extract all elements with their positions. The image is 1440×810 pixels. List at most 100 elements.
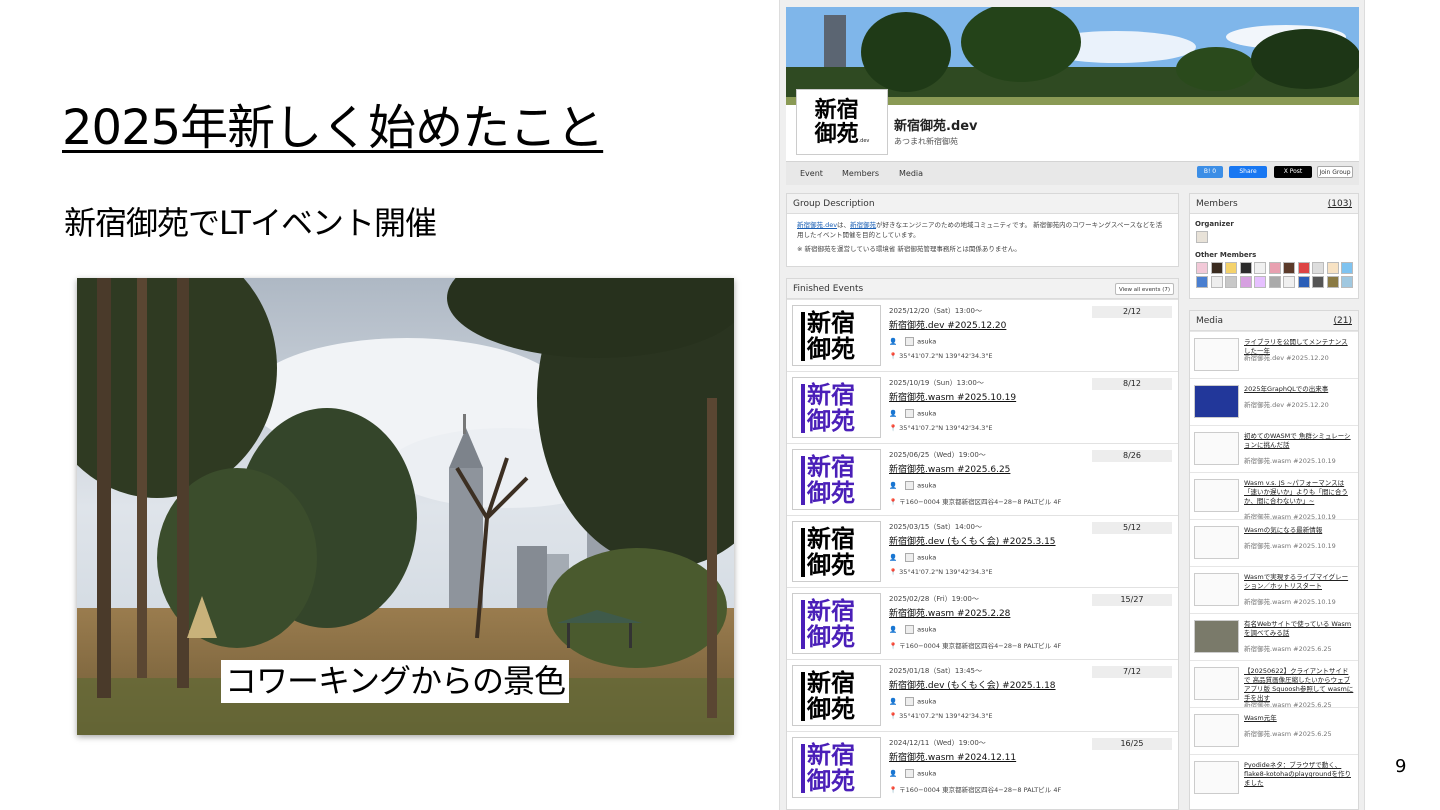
hatena-bookmark-button[interactable]: B! 0 [1197, 166, 1223, 178]
slide-thumbnail[interactable] [1194, 620, 1239, 653]
media-item[interactable]: 有名Webサイトで使っている Wasmを調べてみる話新宿御苑.wasm #202… [1190, 613, 1358, 661]
view-all-events-button[interactable]: View all events (7) [1114, 283, 1174, 295]
event-host: 👤 asuka [889, 337, 936, 346]
event-thumbnail[interactable]: 新宿 御苑 [792, 377, 881, 438]
media-item[interactable]: Wasm v.s. JS ~パフォーマンスは「速いか遅いか」よりも「間に合うか、… [1190, 472, 1358, 521]
media-title-link[interactable]: Wasm元年 [1244, 714, 1354, 723]
member-avatar[interactable] [1283, 262, 1295, 274]
event-thumbnail[interactable]: 新宿 御苑 [792, 593, 881, 654]
event-title-link[interactable]: 新宿御苑.dev #2025.12.20 [889, 318, 1006, 331]
media-title-link[interactable]: 初めてのWASMで 魚群シミュレーションに挑んだ話 [1244, 432, 1354, 450]
member-avatar[interactable] [1225, 262, 1237, 274]
member-avatar[interactable] [1341, 262, 1353, 274]
member-avatar[interactable] [1297, 276, 1310, 288]
member-avatar[interactable] [1225, 276, 1237, 288]
member-avatar[interactable] [1341, 276, 1353, 288]
slide-thumbnail[interactable] [1194, 573, 1239, 606]
event-row[interactable]: 新宿 御苑 2024/12/11（Wed）19:00〜 新宿御苑.wasm #2024… [787, 731, 1178, 803]
event-host: 👤 asuka [889, 481, 936, 490]
media-item[interactable]: Pyodideネタ：ブラウザで動く、flake8-kotohaのplaygrou… [1190, 754, 1358, 802]
media-title-link[interactable]: 2025年GraphQLでの出来事 [1244, 385, 1354, 394]
media-item[interactable]: Wasm元年 新宿御苑.wasm #2025.6.25 [1190, 707, 1358, 755]
media-source: 新宿御苑.wasm #2025.6.25 [1244, 645, 1332, 653]
slide-thumbnail[interactable] [1194, 338, 1239, 371]
event-thumbnail[interactable]: 新宿 御苑 [792, 737, 881, 798]
member-avatar[interactable] [1196, 262, 1208, 274]
member-avatar[interactable] [1312, 262, 1324, 274]
member-avatar[interactable] [1268, 262, 1281, 274]
member-avatar[interactable] [1196, 276, 1208, 288]
host-name[interactable]: asuka [917, 554, 936, 562]
attendee-count: 16/25 [1092, 738, 1172, 750]
media-item[interactable]: 2025年GraphQLでの出来事 新宿御苑.dev #2025.12.20 [1190, 378, 1358, 426]
media-item[interactable]: 初めてのWASMで 魚群シミュレーションに挑んだ話 新宿御苑.wasm #2025… [1190, 425, 1358, 473]
event-date: 2025/06/25（Wed）19:00〜 [889, 451, 986, 459]
event-title-link[interactable]: 新宿御苑.wasm #2024.12.11 [889, 750, 1016, 763]
event-row[interactable]: 新宿 御苑 2025/02/28（Fri）19:00〜 新宿御苑.wasm #2025… [787, 587, 1178, 659]
thumb-logo-2: 御苑 [807, 406, 855, 435]
park-link[interactable]: 新宿御苑 [850, 221, 876, 229]
event-row[interactable]: 新宿 御苑 2025/12/20（Sat）13:00〜 新宿御苑.dev #2025.… [787, 299, 1178, 371]
slide-thumbnail[interactable] [1194, 432, 1239, 465]
member-avatar[interactable] [1210, 262, 1223, 274]
slide-thumbnail[interactable] [1194, 714, 1239, 747]
member-avatar[interactable] [1326, 262, 1339, 274]
member-avatar[interactable] [1297, 262, 1310, 274]
media-item[interactable]: Wasmの気になる最新情報 新宿御苑.wasm #2025.10.19 [1190, 519, 1358, 567]
slide-thumbnail[interactable] [1194, 667, 1239, 700]
tab-event[interactable]: Event [800, 169, 823, 178]
event-row[interactable]: 新宿 御苑 2025/03/15（Sat）14:00〜 新宿御苑.dev (もくもく会… [787, 515, 1178, 587]
event-row[interactable]: 新宿 御苑 2025/01/18（Sat）13:45〜 新宿御苑.dev (もくもく会… [787, 659, 1178, 731]
host-avatar-icon [905, 625, 915, 634]
host-name[interactable]: asuka [917, 338, 936, 346]
event-title-link[interactable]: 新宿御苑.wasm #2025.6.25 [889, 462, 1010, 475]
event-title-link[interactable]: 新宿御苑.dev (もくもく会) #2025.3.15 [889, 534, 1056, 547]
media-title-link[interactable]: Wasmで実現するライブマイグレーション／ホットリスタート [1244, 573, 1354, 591]
members-count[interactable]: (103) [1328, 194, 1352, 214]
slide-thumbnail[interactable] [1194, 761, 1239, 794]
organizer-avatar[interactable] [1196, 231, 1208, 243]
slide-thumbnail[interactable] [1194, 526, 1239, 559]
facebook-share-button[interactable]: Share [1229, 166, 1267, 178]
host-name[interactable]: asuka [917, 770, 936, 778]
tab-members[interactable]: Members [842, 169, 879, 178]
member-avatar[interactable] [1326, 276, 1339, 288]
media-title-link[interactable]: 【20250622】クライアントサイドで 高品質画像圧縮したいからウェブアプリ版… [1244, 667, 1354, 703]
member-avatar[interactable] [1268, 276, 1281, 288]
member-avatar[interactable] [1254, 262, 1266, 274]
media-title-link[interactable]: Wasmの気になる最新情報 [1244, 526, 1354, 535]
event-thumbnail[interactable]: 新宿 御苑 [792, 305, 881, 366]
media-count[interactable]: (21) [1334, 311, 1352, 331]
slide-thumbnail[interactable] [1194, 385, 1239, 418]
event-row[interactable]: 新宿 御苑 2025/06/25（Wed）19:00〜新宿御苑.wasm #2025… [787, 443, 1178, 515]
media-item[interactable]: 【20250622】クライアントサイドで 高品質画像圧縮したいからウェブアプリ版… [1190, 660, 1358, 709]
event-row[interactable]: 新宿 御苑 2025/10/19（Sun）13:00〜 新宿御苑.wasm #2025… [787, 371, 1178, 443]
member-avatar[interactable] [1210, 276, 1223, 288]
event-thumbnail[interactable]: 新宿 御苑 [792, 665, 881, 726]
x-post-button[interactable]: X Post [1274, 166, 1312, 178]
member-avatar[interactable] [1283, 276, 1295, 288]
member-avatar[interactable] [1312, 276, 1324, 288]
event-thumbnail[interactable]: 新宿 御苑 [792, 521, 881, 582]
group-link[interactable]: 新宿御苑.dev [797, 221, 837, 229]
slide-thumbnail[interactable] [1194, 479, 1239, 512]
member-avatar[interactable] [1239, 276, 1252, 288]
event-title-link[interactable]: 新宿御苑.dev (もくもく会) #2025.1.18 [889, 678, 1056, 691]
member-avatar[interactable] [1254, 276, 1266, 288]
host-name[interactable]: asuka [917, 410, 936, 418]
member-avatar[interactable] [1239, 262, 1252, 274]
media-title-link[interactable]: Wasm v.s. JS ~パフォーマンスは「速いか遅いか」よりも「間に合うか、… [1244, 479, 1354, 506]
event-title-link[interactable]: 新宿御苑.wasm #2025.10.19 [889, 390, 1016, 403]
host-name[interactable]: asuka [917, 626, 936, 634]
tab-media[interactable]: Media [899, 169, 923, 178]
media-item[interactable]: ライブラリを公開してメンテナンスした一年 新宿御苑.dev #2025.12.20 [1190, 331, 1358, 379]
media-title-link[interactable]: 有名Webサイトで使っている Wasmを調べてみる話 [1244, 620, 1354, 638]
host-name[interactable]: asuka [917, 698, 936, 706]
event-title-link[interactable]: 新宿御苑.wasm #2025.2.28 [889, 606, 1010, 619]
location-text: 35°41'07.2"N 139°42'34.3"E [899, 352, 993, 360]
media-item[interactable]: Wasmで実現するライブマイグレーション／ホットリスタート 新宿御苑.wasm #… [1190, 566, 1358, 614]
join-group-button[interactable]: Join Group [1317, 166, 1353, 178]
media-title-link[interactable]: Pyodideネタ：ブラウザで動く、flake8-kotohaのplaygrou… [1244, 761, 1354, 788]
host-name[interactable]: asuka [917, 482, 936, 490]
event-thumbnail[interactable]: 新宿 御苑 [792, 449, 881, 510]
